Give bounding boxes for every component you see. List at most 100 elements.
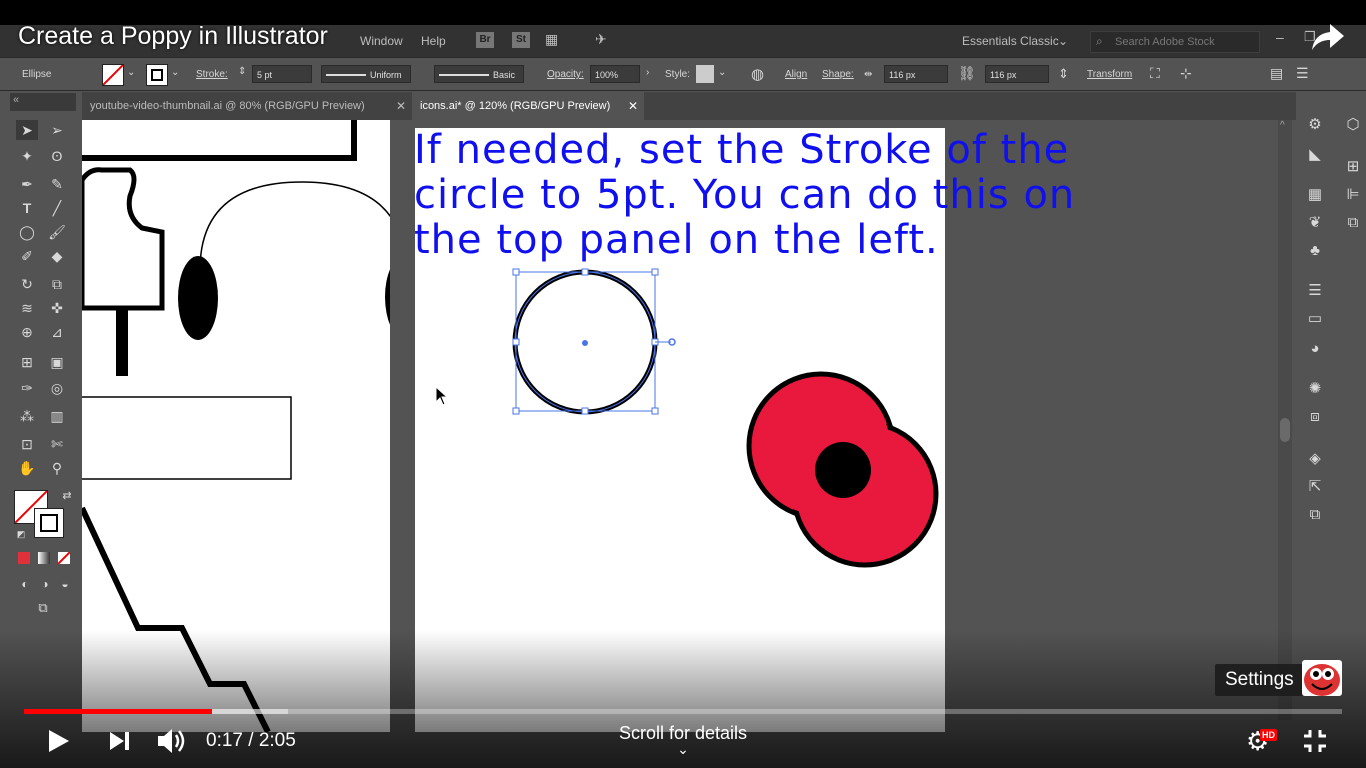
transparency-icon[interactable]: ◕ (1304, 338, 1326, 360)
swatches-icon[interactable]: ▦ (1304, 184, 1326, 206)
chevron-right-icon[interactable]: › (646, 67, 649, 78)
close-icon[interactable]: ✕ (628, 92, 638, 120)
column-graph-tool-icon[interactable]: ▥ (46, 406, 68, 426)
type-tool-icon[interactable]: T (16, 198, 38, 218)
graphic-styles-icon[interactable]: ⧈ (1304, 406, 1326, 428)
constrain-proportions-icon[interactable]: ⛓ (958, 65, 976, 82)
isolate-icon[interactable]: ⛶ (1150, 65, 1160, 82)
artboard-tool-icon[interactable]: ⊡ (16, 434, 38, 454)
draw-inside-icon[interactable]: ◒ (54, 574, 76, 594)
symbol-sprayer-tool-icon[interactable]: ⁂ (16, 406, 38, 426)
opacity-label[interactable]: Opacity: (547, 69, 584, 80)
close-icon[interactable]: ✕ (396, 92, 406, 120)
paintbrush-tool-icon[interactable]: 🖌 (46, 222, 68, 242)
transform-panel-icon[interactable]: ⊞ (1342, 156, 1364, 178)
slice-tool-icon[interactable]: ✄ (46, 434, 68, 454)
zoom-tool-icon[interactable]: ⚲ (46, 458, 68, 478)
tab-youtube-video-thumbnail[interactable]: youtube-video-thumbnail.ai @ 80% (RGB/GP… (82, 92, 412, 120)
draw-normal-icon[interactable]: ◐ (14, 574, 36, 594)
symbols-icon[interactable]: ♣ (1304, 240, 1326, 262)
workspace-switcher[interactable]: Essentials Classic (962, 34, 1059, 48)
stroke-panel-icon[interactable]: ☰ (1304, 280, 1326, 302)
curvature-tool-icon[interactable]: ✎ (46, 174, 68, 194)
screen-mode-icon[interactable]: ⧉ (32, 598, 54, 618)
gradient-mode-icon[interactable] (38, 552, 50, 564)
brushes-icon[interactable]: ❦ (1304, 212, 1326, 234)
gradient-tool-icon[interactable]: ▣ (46, 352, 68, 372)
share-icon[interactable] (1310, 20, 1346, 52)
channel-avatar[interactable] (1302, 660, 1342, 696)
align-label[interactable]: Align (785, 69, 807, 80)
gpu-performance-icon[interactable]: ✈ (595, 31, 607, 48)
chevron-down-icon[interactable]: ⌄ (1058, 34, 1068, 48)
shape-builder-tool-icon[interactable]: ⊕ (16, 322, 38, 342)
asset-export-icon[interactable]: ⇱ (1304, 476, 1326, 498)
color-guide-icon[interactable]: ◣ (1304, 144, 1326, 166)
hand-tool-icon[interactable]: ✋ (16, 458, 38, 478)
pen-tool-icon[interactable]: ✒ (16, 174, 38, 194)
direct-selection-tool-icon[interactable]: ➢ (46, 120, 68, 140)
graphic-style-swatch[interactable] (696, 65, 714, 83)
color-mode-icon[interactable] (18, 552, 30, 564)
properties-icon[interactable]: ⬡ (1342, 114, 1364, 136)
variable-width-profile[interactable]: Uniform (321, 65, 411, 83)
eyedropper-tool-icon[interactable]: ✑ (16, 378, 38, 398)
mesh-tool-icon[interactable]: ⊞ (16, 352, 38, 372)
scrollbar-thumb[interactable] (1280, 418, 1290, 442)
perspective-grid-tool-icon[interactable]: ⊿ (46, 322, 68, 342)
lasso-tool-icon[interactable]: ʘ (46, 146, 68, 166)
libraries-icon[interactable]: ⚙ (1304, 114, 1326, 136)
artboards-icon[interactable]: ⧉ (1304, 504, 1326, 526)
fill-swatch[interactable] (102, 64, 124, 86)
distribute-icon[interactable]: ⊹ (1180, 65, 1192, 82)
width-field[interactable]: 116 px (884, 65, 948, 83)
settings-button[interactable]: ⚙ HD (1246, 727, 1277, 757)
stroke-label[interactable]: Stroke: (196, 69, 228, 80)
opacity-field[interactable]: 100% (590, 65, 640, 83)
eraser-tool-icon[interactable]: ◆ (46, 246, 68, 266)
transform-label[interactable]: Transform (1087, 69, 1132, 80)
exit-fullscreen-icon[interactable] (1302, 728, 1328, 754)
scale-tool-icon[interactable]: ⧉ (46, 274, 68, 294)
gradient-panel-icon[interactable]: ▭ (1304, 308, 1326, 330)
height-field[interactable]: 116 px (985, 65, 1049, 83)
menu-window[interactable]: Window (360, 34, 403, 48)
layers-icon[interactable]: ◈ (1304, 448, 1326, 470)
chevron-down-icon[interactable]: ⌄ (718, 67, 726, 78)
bridge-icon[interactable]: Br (476, 32, 494, 48)
stroke-color-box[interactable] (34, 508, 64, 538)
magic-wand-tool-icon[interactable]: ✦ (16, 146, 38, 166)
shape-label[interactable]: Shape: (822, 69, 854, 80)
stock-search-input[interactable]: ⌕ Search Adobe Stock (1090, 31, 1260, 53)
stroke-stepper-icon[interactable]: ⇕ (238, 66, 246, 77)
width-tool-icon[interactable]: ≋ (16, 298, 38, 318)
brush-definition[interactable]: Basic (434, 65, 524, 83)
progress-bar[interactable] (24, 709, 1342, 714)
panel-menu-icon[interactable]: ☰ (1296, 65, 1309, 82)
ellipse-tool-icon[interactable]: ◯ (16, 222, 38, 242)
minimize-icon[interactable]: – (1276, 29, 1284, 45)
volume-icon[interactable] (156, 726, 190, 756)
menu-help[interactable]: Help (421, 34, 446, 48)
tab-icons[interactable]: icons.ai* @ 120% (RGB/GPU Preview) ✕ (412, 92, 644, 120)
stroke-weight-field[interactable]: 5 pt (252, 65, 312, 83)
next-icon[interactable] (108, 730, 132, 752)
scroll-for-details[interactable]: Scroll for details ⌄ (560, 723, 806, 756)
chevron-down-icon[interactable]: ⌄ (171, 67, 179, 78)
collapse-icon[interactable]: « (13, 94, 19, 106)
stroke-swatch[interactable] (146, 64, 168, 86)
chevron-up-icon[interactable]: ^ (1280, 120, 1285, 131)
swap-fill-stroke-icon[interactable]: ⇄ (56, 486, 78, 506)
default-fill-stroke-icon[interactable]: ◩ (10, 524, 32, 544)
arrange-documents-icon[interactable]: ▦ (545, 31, 558, 48)
play-icon[interactable] (46, 728, 72, 754)
align-panel-icon[interactable]: ⊫ (1342, 184, 1364, 206)
shaper-tool-icon[interactable]: ✐ (16, 246, 38, 266)
line-tool-icon[interactable]: ╱ (46, 198, 68, 218)
appearance-icon[interactable]: ✺ (1304, 378, 1326, 400)
pathfinder-icon[interactable]: ⧉ (1342, 212, 1364, 234)
none-mode-icon[interactable] (58, 552, 70, 564)
puppet-warp-tool-icon[interactable]: ✜ (46, 298, 68, 318)
arrange-panels-icon[interactable]: ▤ (1270, 65, 1283, 82)
draw-behind-icon[interactable]: ◑ (34, 574, 56, 594)
